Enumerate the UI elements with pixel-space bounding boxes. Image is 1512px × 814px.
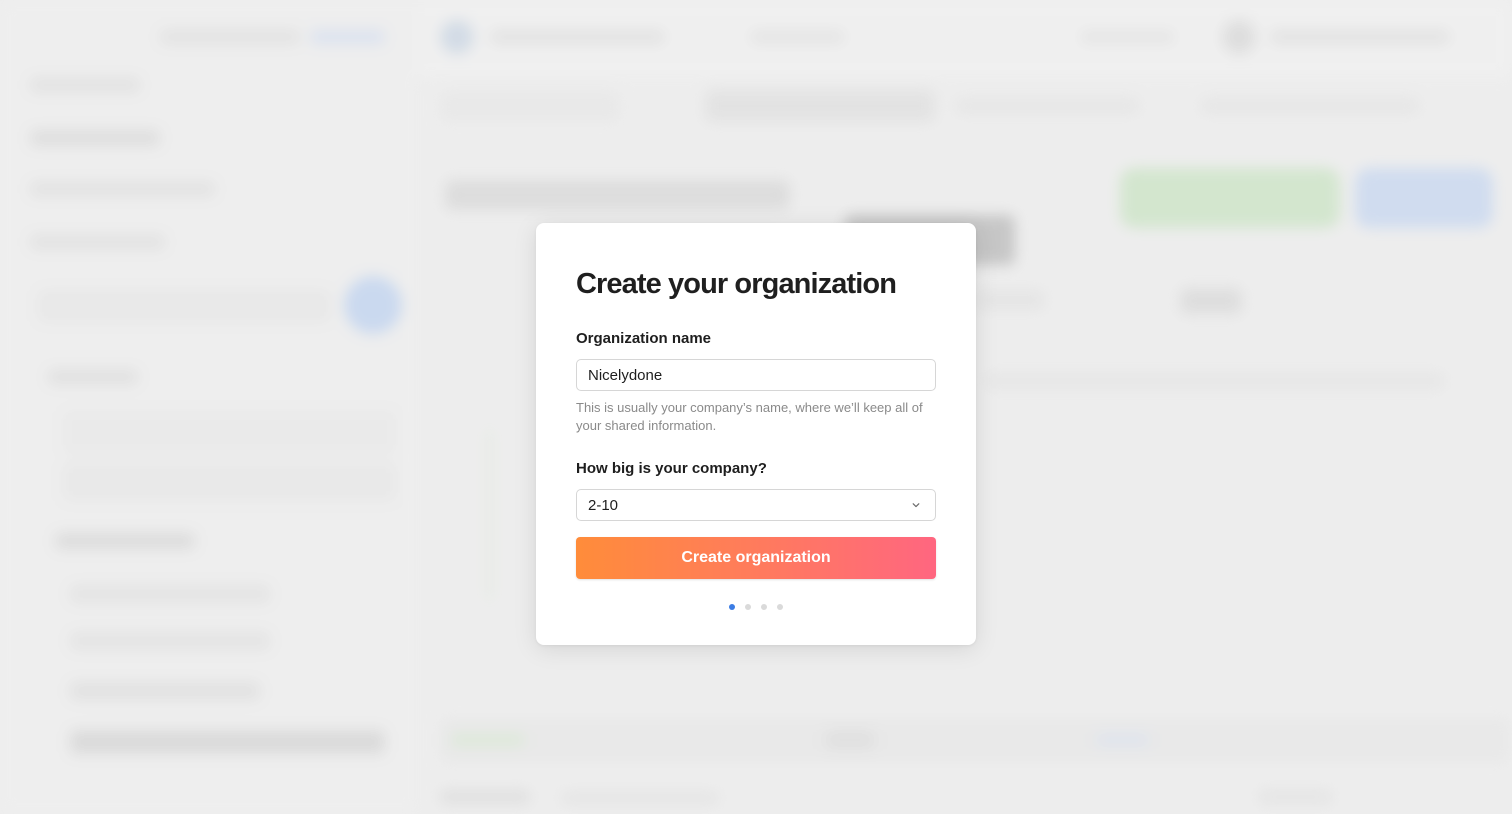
organization-name-label: Organization name xyxy=(576,330,712,347)
step-dot xyxy=(745,604,751,610)
step-dot xyxy=(729,604,735,610)
dialog-title: Create your organization xyxy=(576,268,897,300)
company-size-value: 2-10 xyxy=(588,496,619,514)
chevron-down-icon xyxy=(912,503,920,508)
create-organization-dialog: Create your organization Organization na… xyxy=(536,223,976,645)
create-organization-button[interactable]: Create organization xyxy=(576,537,936,579)
step-dot xyxy=(761,604,767,610)
company-size-label: How big is your company? xyxy=(576,460,767,477)
step-indicator xyxy=(576,604,936,610)
organization-name-input[interactable] xyxy=(576,359,936,391)
screen: Create your organization Organization na… xyxy=(0,0,1512,814)
company-size-select[interactable]: 2-10 xyxy=(576,489,936,521)
organization-name-help: This is usually your company’s name, whe… xyxy=(576,400,923,433)
step-dot xyxy=(777,604,783,610)
